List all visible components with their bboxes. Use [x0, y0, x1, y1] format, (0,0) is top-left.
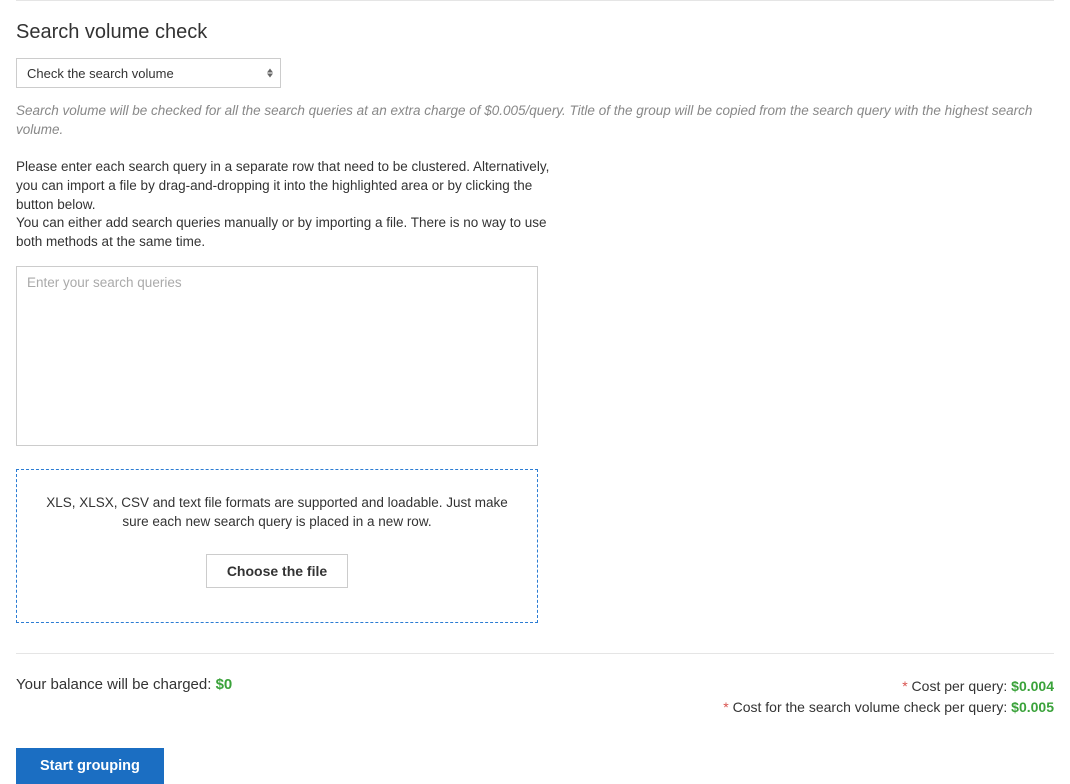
- search-queries-input[interactable]: [16, 266, 538, 446]
- footer-row: Your balance will be charged: $0 * Cost …: [16, 676, 1054, 718]
- choose-file-button[interactable]: Choose the file: [206, 554, 348, 588]
- costs-block: * Cost per query: $0.004 * Cost for the …: [723, 676, 1054, 718]
- instructions-block: Please enter each search query in a sepa…: [16, 158, 571, 252]
- balance-label: Your balance will be charged:: [16, 676, 216, 693]
- volume-check-select[interactable]: Check the search volume: [16, 58, 281, 88]
- cost-query-label: Cost per query:: [908, 678, 1012, 694]
- volume-hint: Search volume will be checked for all th…: [16, 102, 1054, 140]
- volume-check-select-wrap[interactable]: Check the search volume: [16, 58, 281, 88]
- balance-amount: $0: [216, 676, 233, 693]
- balance-text: Your balance will be charged: $0: [16, 676, 232, 693]
- cost-per-query-line: * Cost per query: $0.004: [723, 676, 1054, 697]
- cost-volume-amount: $0.005: [1011, 699, 1054, 715]
- file-dropzone[interactable]: XLS, XLSX, CSV and text file formats are…: [16, 469, 538, 623]
- cost-volume-line: * Cost for the search volume check per q…: [723, 697, 1054, 718]
- cost-volume-label: Cost for the search volume check per que…: [729, 699, 1011, 715]
- dropzone-text: XLS, XLSX, CSV and text file formats are…: [45, 494, 509, 532]
- instructions-p2: You can either add search queries manual…: [16, 214, 571, 252]
- page-title: Search volume check: [16, 21, 1054, 44]
- start-grouping-button[interactable]: Start grouping: [16, 748, 164, 784]
- top-divider: [16, 0, 1054, 1]
- mid-divider: [16, 653, 1054, 654]
- cost-query-amount: $0.004: [1011, 678, 1054, 694]
- instructions-p1: Please enter each search query in a sepa…: [16, 158, 571, 215]
